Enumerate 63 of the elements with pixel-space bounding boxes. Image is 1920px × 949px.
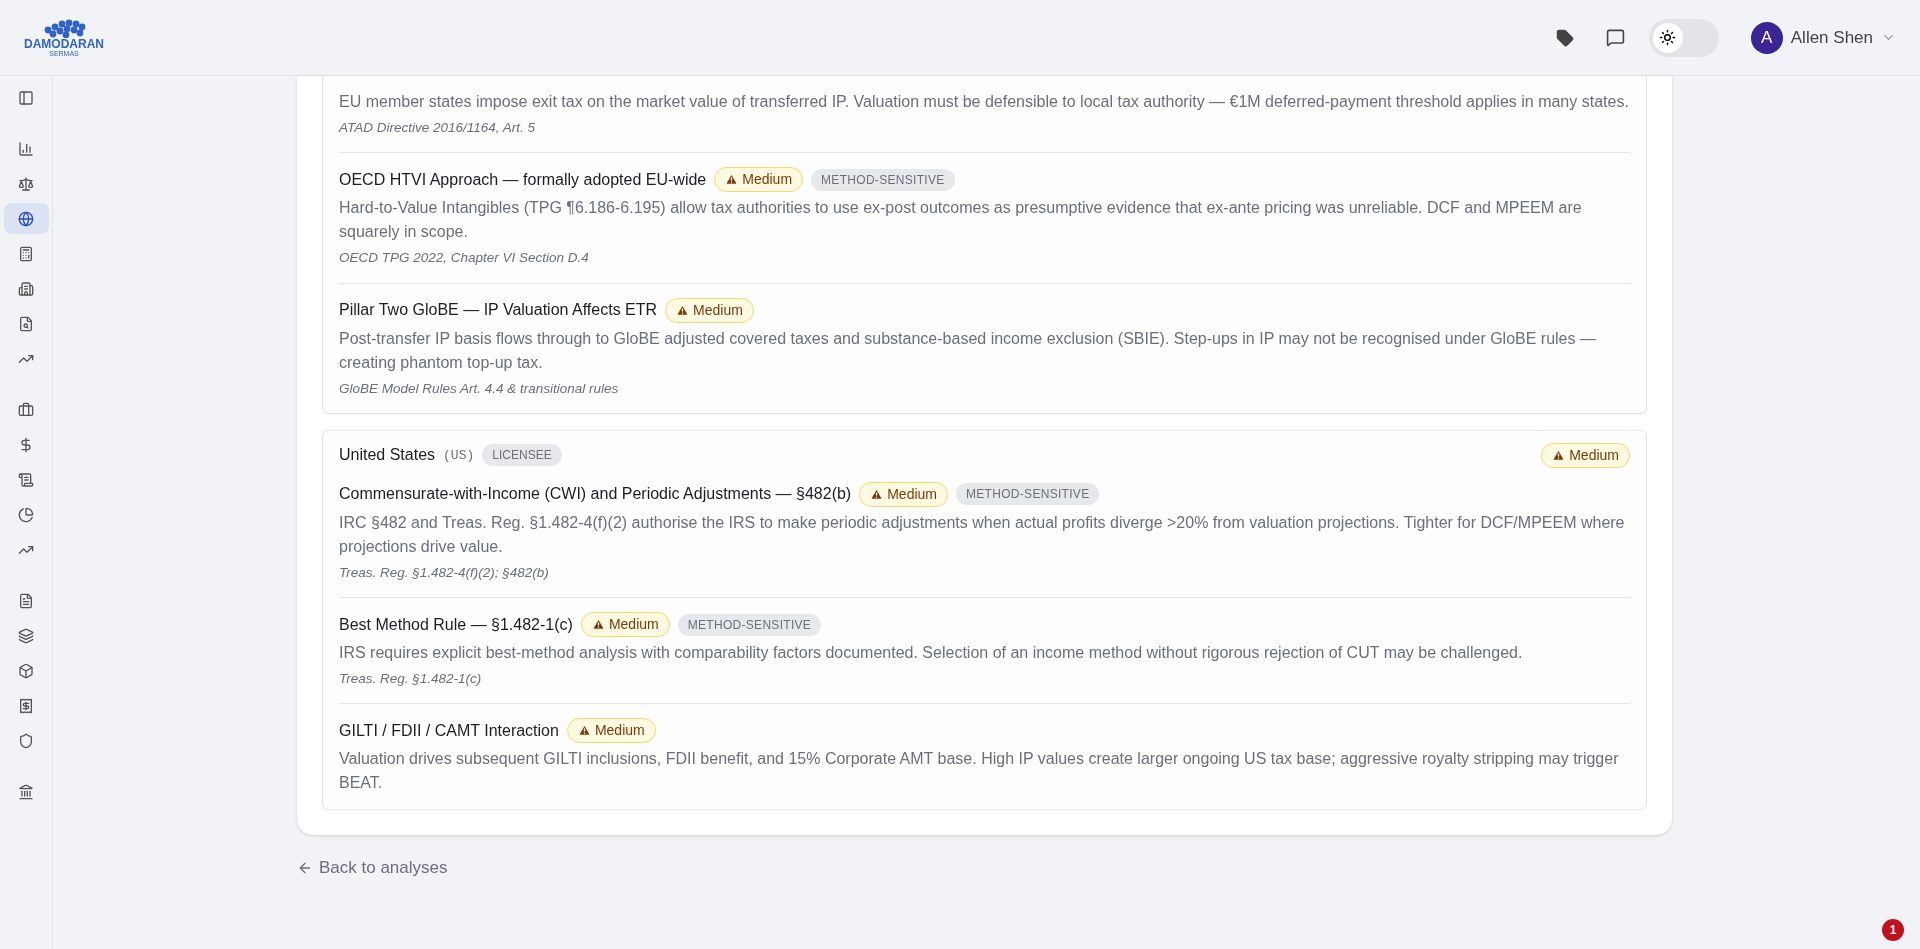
- theme-toggle[interactable]: [1648, 18, 1719, 57]
- severity-badge: Medium: [580, 612, 670, 637]
- warning-icon: [676, 303, 690, 317]
- bank-icon: [18, 783, 34, 800]
- chat-icon: [1605, 28, 1625, 47]
- severity-badge: Medium: [1541, 442, 1630, 468]
- scroll-icon: [18, 471, 34, 488]
- warning-icon: [870, 487, 884, 501]
- back-link[interactable]: Back to analyses: [297, 855, 448, 881]
- risk-title: GILTI / FDII / CAMT Interaction: [339, 720, 559, 741]
- file-search-icon: [18, 315, 34, 332]
- logo-text: DAMODARAN: [24, 38, 104, 50]
- risk-description: IRS requires explicit best-method analysis with comparability factors documented. Selection of an income method without rigorous rejection of CUT may be challenged.: [339, 643, 1524, 663]
- role-tag: LICENSEE: [482, 444, 562, 467]
- risk-description: IRC §482 and Treas. Reg. §1.482-4(f)(2) authorise the IRS to make periodic adjustments when actual profits diverge >20% from valuation projections. Tighter for DCF/MPEEM where projections drive value.: [339, 512, 1626, 557]
- risk-title: Best Method Rule — §1.482-1(c): [339, 614, 573, 635]
- risk-description: Hard-to-Value Intangibles (TPG ¶6.186-6.195) allow tax authorities to use ex-post outcomes as presumptive evidence that ex-ante pricing was unreliable. DCF and MPEEM are squarely in scope.: [339, 198, 1583, 243]
- document-icon: [18, 592, 34, 609]
- user-menu[interactable]: A Allen Shen: [1750, 21, 1896, 54]
- tag-icon: [1555, 28, 1574, 47]
- method-tag: METHOD-SENSITIVE: [956, 483, 1100, 506]
- severity-badge: Medium: [859, 481, 948, 507]
- risk-description: Valuation drives subsequent GILTI inclusions, FDII benefit, and 15% Corporate AMT base. High IP values create larger ongoing US tax base; aggressive royalty stripping may trigger BEAT.: [339, 749, 1620, 794]
- warning-icon: [577, 724, 591, 738]
- method-tag: METHOD-SENSITIVE: [677, 613, 822, 636]
- globe-icon: [18, 210, 34, 227]
- sidebar-item[interactable]: [3, 203, 49, 234]
- calculator-icon: [18, 245, 34, 262]
- citation: Treas. Reg. §1.482-1(c): [339, 670, 483, 688]
- warning-icon: [725, 173, 739, 187]
- severity-badge: Medium: [714, 167, 804, 193]
- arrow-left-icon: [297, 860, 313, 876]
- severity-badge: Medium: [566, 718, 656, 744]
- risk-title: OECD HTVI Approach — formally adopted EU-wide: [339, 169, 707, 190]
- country-code: (US): [443, 446, 475, 465]
- shield-icon: [18, 732, 34, 749]
- country-name: United States: [339, 445, 436, 466]
- severity-badge: Medium: [665, 297, 754, 323]
- pie-chart-icon: [18, 506, 34, 523]
- warning-icon: [591, 618, 605, 631]
- layers-icon: [18, 627, 34, 644]
- scale-icon: [18, 175, 34, 192]
- receipt-icon: [18, 697, 34, 714]
- dollar-icon: [18, 436, 34, 453]
- logo-icon: [42, 18, 86, 38]
- method-tag: METHOD-SENSITIVE: [811, 168, 955, 191]
- user-avatar: A: [1750, 21, 1783, 54]
- risk-description: EU member states impose exit tax on the market value of transferred IP. Valuation must be defensible to local tax authority — €1M deferred-payment threshold applies in many states.: [339, 92, 1630, 112]
- building-icon: [18, 280, 34, 297]
- bar-chart-icon: [18, 140, 34, 157]
- risk-title: Pillar Two GloBE — IP Valuation Affects ETR: [339, 300, 658, 320]
- sun-icon: [1659, 29, 1677, 46]
- risk-description: Post-transfer IP basis flows through to GloBE adjusted covered taxes and substance-based income exclusion (SBIE). Step-ups in IP may not be recognised under GloBE rules — creating phantom top-up tax.: [339, 328, 1597, 373]
- sidebar-toggle-icon: [18, 89, 34, 106]
- risk-title: Commensurate-with-Income (CWI) and Periodic Adjustments — §482(b): [339, 484, 852, 505]
- citation: GloBE Model Rules Art. 4.4 & transitional rules: [339, 379, 620, 398]
- citation: OECD TPG 2022, Chapter VI Section D.4: [339, 249, 590, 268]
- citation: Treas. Reg. §1.482-4(f)(2); §482(b): [339, 563, 550, 582]
- warning-icon: [1552, 448, 1566, 462]
- notification-badge: 1: [1882, 919, 1904, 941]
- briefcase-icon: [18, 401, 34, 418]
- citation: ATAD Directive 2016/1164, Art. 5: [339, 119, 537, 137]
- box-icon: [18, 662, 34, 679]
